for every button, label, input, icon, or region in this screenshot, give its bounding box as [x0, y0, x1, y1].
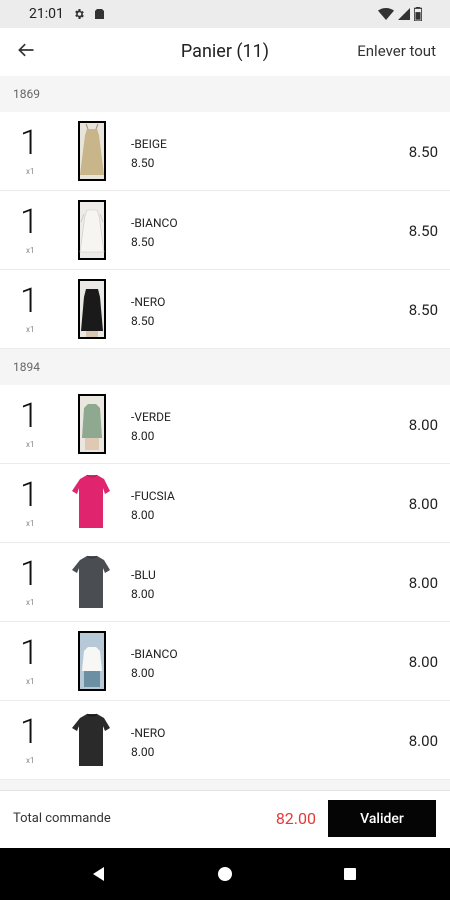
system-navigation-bar	[0, 848, 450, 900]
cart-item-row[interactable]: 1 x1 -BEIGE 8.50 8.50	[0, 112, 450, 191]
item-unit-price: 8.00	[131, 587, 155, 601]
product-thumbnail	[70, 394, 114, 454]
product-thumbnail	[70, 279, 114, 339]
item-total: 8.00	[408, 732, 438, 750]
quantity-display: 1 x1	[0, 191, 62, 270]
item-name: -VERDE	[131, 410, 171, 424]
quantity-value: 1	[20, 712, 39, 752]
order-footer: Total commande 82.00 Valider	[0, 790, 450, 848]
order-total-label: Total commande	[13, 811, 111, 826]
item-total: 8.50	[408, 222, 438, 240]
item-unit-price: 8.50	[131, 314, 155, 328]
product-thumbnail	[70, 473, 114, 533]
app-bar: Panier (11) Enlever tout	[0, 28, 450, 76]
cart-item-row[interactable]: 1 x1 -BIANCO 8.50 8.50	[0, 191, 450, 270]
item-name: -BIANCO	[131, 216, 178, 230]
cart-item-row[interactable]: 1 x1 -VERDE 8.00 8.00	[0, 385, 450, 464]
item-unit-price: 8.00	[131, 429, 155, 443]
quantity-display: 1 x1	[0, 543, 62, 622]
validate-button[interactable]: Valider	[328, 800, 436, 837]
item-total: 8.00	[408, 574, 438, 592]
quantity-multiplier: x1	[26, 677, 35, 686]
quantity-display: 1 x1	[0, 701, 62, 780]
cart-item-row[interactable]: 1 x1 -NERO 8.00 8.00	[0, 701, 450, 780]
quantity-value: 1	[20, 396, 39, 436]
cart-item-row[interactable]: 1 x1 -BLU 8.00 8.00	[0, 543, 450, 622]
settings-gear-icon	[73, 8, 85, 20]
battery-icon	[414, 7, 422, 21]
cart-item-row[interactable]: 1 x1 -BIANCO 8.00 8.00	[0, 622, 450, 701]
arrow-left-icon	[16, 40, 36, 64]
quantity-multiplier: x1	[26, 756, 35, 765]
quantity-value: 1	[20, 123, 39, 163]
quantity-multiplier: x1	[26, 167, 35, 176]
item-unit-price: 8.00	[131, 666, 155, 680]
quantity-multiplier: x1	[26, 440, 35, 449]
product-thumbnail	[70, 200, 114, 260]
quantity-multiplier: x1	[26, 325, 35, 334]
item-name: -NERO	[131, 295, 166, 309]
quantity-display: 1 x1	[0, 270, 62, 349]
cart-list[interactable]: 1869 1 x1 -BEIGE 8.50 8.50 1 x1 -BIANCO …	[0, 76, 450, 790]
item-name: -NERO	[131, 726, 166, 740]
item-unit-price: 8.00	[131, 745, 155, 759]
sd-card-icon	[94, 8, 105, 20]
item-unit-price: 8.50	[131, 156, 155, 170]
item-name: -BEIGE	[131, 137, 167, 151]
quantity-value: 1	[20, 475, 39, 515]
quantity-display: 1 x1	[0, 385, 62, 464]
quantity-value: 1	[20, 554, 39, 594]
item-name: -BLU	[131, 568, 156, 582]
cart-item-row[interactable]: 1 x1 -FUCSIA 8.00 8.00	[0, 464, 450, 543]
section-header: 1869	[0, 76, 450, 112]
item-total: 8.50	[408, 301, 438, 319]
item-unit-price: 8.00	[131, 508, 155, 522]
item-name: -BIANCO	[131, 647, 178, 661]
back-button[interactable]	[10, 36, 42, 68]
item-total: 8.50	[408, 143, 438, 161]
quantity-display: 1 x1	[0, 464, 62, 543]
quantity-value: 1	[20, 281, 39, 321]
order-total-value: 82.00	[275, 809, 316, 828]
product-thumbnail	[70, 552, 114, 612]
quantity-value: 1	[20, 633, 39, 673]
item-total: 8.00	[408, 495, 438, 513]
product-thumbnail	[70, 710, 114, 770]
item-name: -FUCSIA	[131, 489, 175, 503]
status-bar: 21:01	[0, 0, 450, 28]
quantity-display: 1 x1	[0, 622, 62, 701]
quantity-multiplier: x1	[26, 598, 35, 607]
quantity-multiplier: x1	[26, 519, 35, 528]
item-unit-price: 8.50	[131, 235, 155, 249]
signal-icon	[398, 8, 410, 20]
quantity-display: 1 x1	[0, 112, 62, 191]
quantity-value: 1	[20, 202, 39, 242]
product-thumbnail	[70, 631, 114, 691]
clear-all-button[interactable]: Enlever tout	[357, 42, 436, 60]
quantity-multiplier: x1	[26, 246, 35, 255]
wifi-icon	[378, 8, 394, 20]
product-thumbnail	[70, 121, 114, 181]
nav-back-icon[interactable]	[86, 861, 112, 887]
nav-home-icon[interactable]	[212, 861, 238, 887]
item-total: 8.00	[408, 653, 438, 671]
cart-item-row[interactable]: 1 x1 -NERO 8.50 8.50	[0, 270, 450, 349]
status-time: 21:01	[29, 6, 64, 22]
section-header: 1894	[0, 349, 450, 385]
nav-recents-icon[interactable]	[337, 861, 363, 887]
item-total: 8.00	[408, 416, 438, 434]
next-section-header-peek	[0, 780, 450, 790]
